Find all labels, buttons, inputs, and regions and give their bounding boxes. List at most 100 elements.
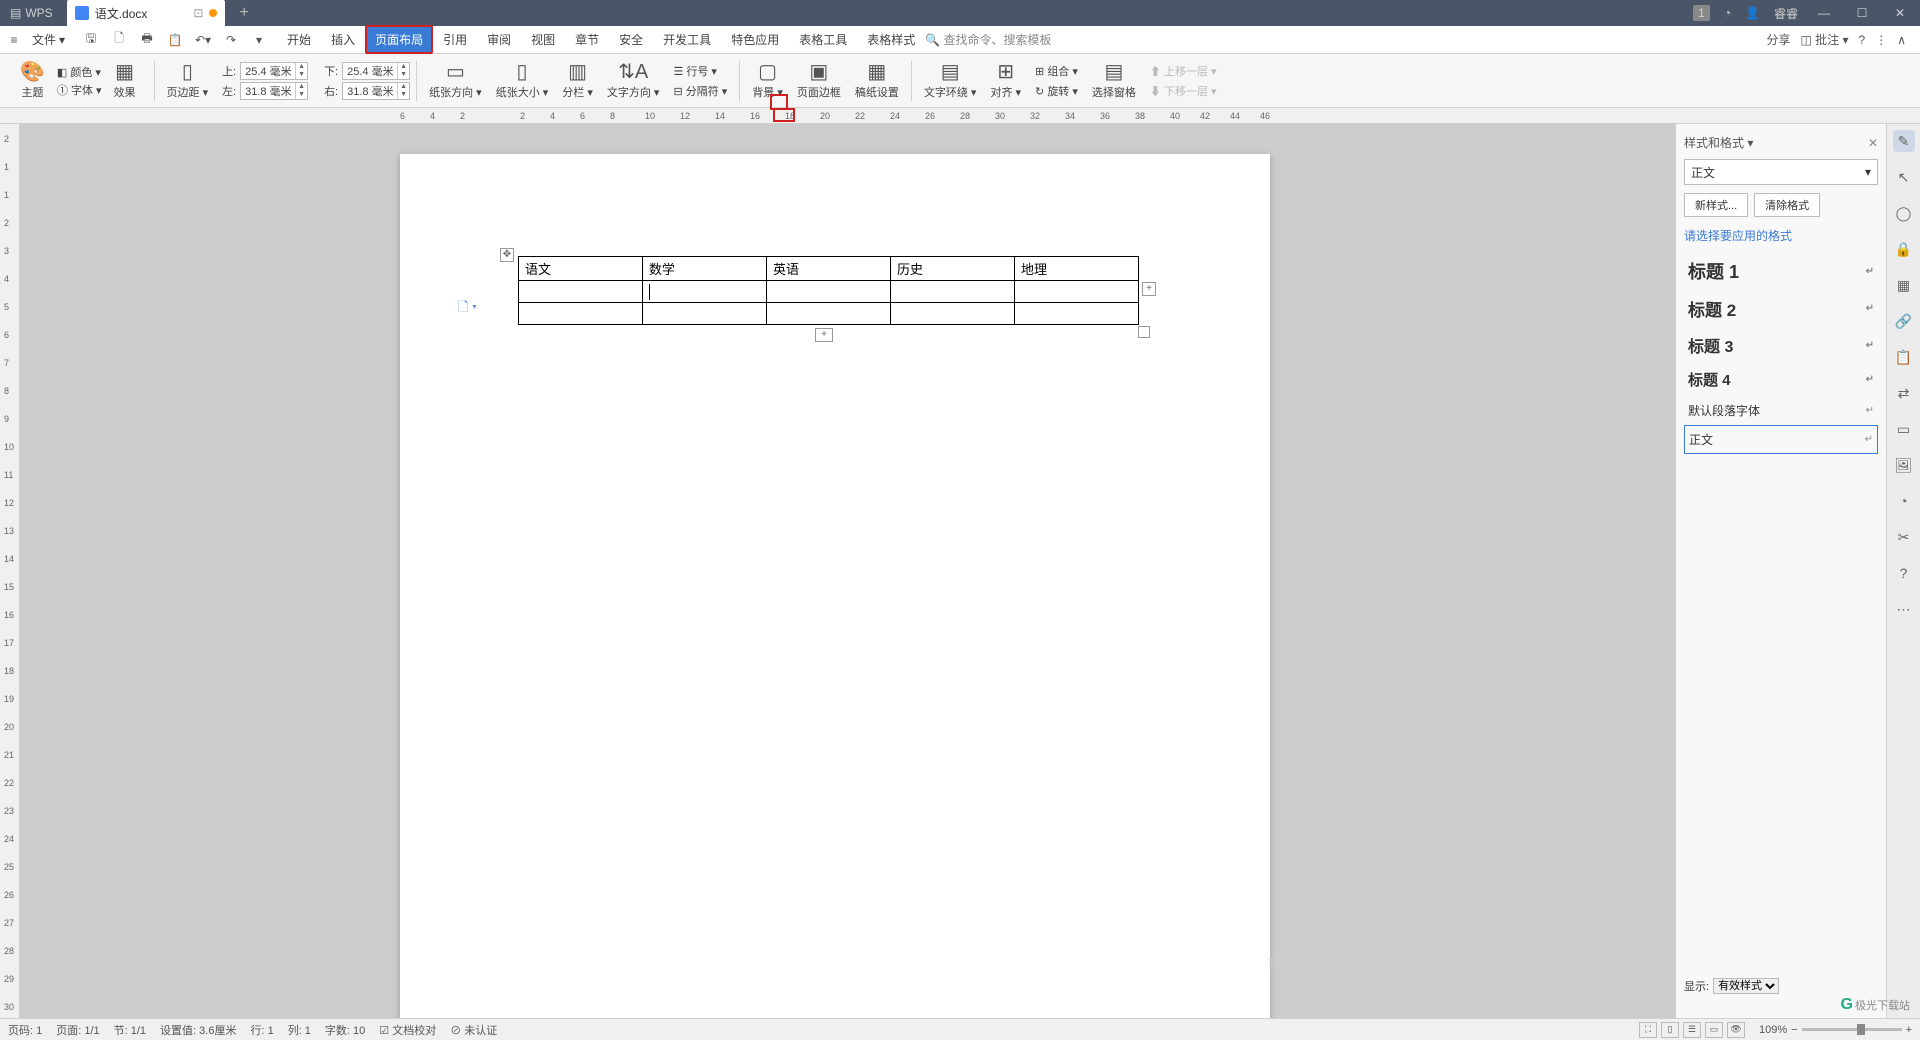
table-row[interactable] <box>519 303 1139 325</box>
margin-right-input[interactable]: 31.8 毫米▲▼ <box>342 82 410 100</box>
style-item[interactable]: 默认段落字体↵ <box>1684 396 1878 425</box>
user-avatar-icon[interactable]: 👤 <box>1745 6 1760 20</box>
margin-button[interactable]: ▯页边距 ▾ <box>161 54 215 107</box>
user-name[interactable]: 睿睿 <box>1774 5 1798 22</box>
panel-close-button[interactable]: ✕ <box>1868 136 1878 150</box>
share-button[interactable]: 分享 <box>1766 31 1790 48</box>
table-add-column-button[interactable]: + <box>1142 282 1156 296</box>
status-column[interactable]: 列: 1 <box>288 1022 311 1038</box>
table-row[interactable] <box>519 281 1139 303</box>
clock-icon[interactable]: ◔ <box>1893 490 1915 512</box>
horizontal-ruler[interactable]: 6422468101214161820222426283032343638404… <box>0 108 1920 124</box>
style-item[interactable]: 标题 3↵ <box>1684 327 1878 363</box>
margin-bottom-input[interactable]: 25.4 毫米▲▼ <box>342 62 410 80</box>
qat-dropdown-icon[interactable]: ▾ <box>249 30 269 50</box>
columns-button[interactable]: ▥分栏 ▾ <box>556 54 599 107</box>
save-icon[interactable]: 🖫 <box>81 30 101 50</box>
view-web-button[interactable]: ▭ <box>1705 1022 1723 1038</box>
maximize-button[interactable]: ☐ <box>1850 6 1874 20</box>
ribbon-tab-8[interactable]: 开发工具 <box>653 25 721 54</box>
table-move-handle[interactable]: ✥ <box>500 248 514 262</box>
margin-left-input[interactable]: 31.8 毫米▲▼ <box>240 82 308 100</box>
help-icon[interactable]: ? <box>1859 33 1866 47</box>
ribbon-tab-11[interactable]: 表格样式 <box>857 25 925 54</box>
paper-setting-button[interactable]: ▦稿纸设置 <box>849 54 905 107</box>
undo-icon[interactable]: ↶▾ <box>193 30 213 50</box>
image-icon[interactable]: 🖼 <box>1893 454 1915 476</box>
document-area[interactable]: ✥ 🗋 ▾ 语文数学英语历史地理 + + 激活 Windows 转到"设置"以激… <box>20 124 1675 1018</box>
collapse-ribbon-icon[interactable]: ∧ <box>1897 33 1906 47</box>
style-item[interactable]: 正文↵ <box>1684 425 1878 454</box>
theme-button[interactable]: 🎨主题 <box>14 54 51 107</box>
pin-icon[interactable]: ⊡ <box>193 6 203 20</box>
zoom-control[interactable]: 109% − + <box>1759 1024 1912 1036</box>
menu-icon[interactable]: ≡ <box>4 30 24 50</box>
zoom-in-button[interactable]: + <box>1906 1024 1912 1036</box>
add-tab-button[interactable]: + <box>225 4 262 22</box>
breaks-button[interactable]: ⊟ 分隔符 ▾ <box>673 83 727 99</box>
ribbon-tab-4[interactable]: 审阅 <box>477 25 521 54</box>
vertical-ruler[interactable]: 2112345678910111213141516171819202122232… <box>0 124 20 1018</box>
new-style-button[interactable]: 新样式... <box>1684 193 1748 217</box>
table-header-cell[interactable]: 数学 <box>643 257 767 281</box>
help-side-icon[interactable]: ? <box>1893 562 1915 584</box>
command-search[interactable]: 🔍 查找命令、搜索模板 <box>925 31 1051 48</box>
more-side-icon[interactable]: ⋯ <box>1893 598 1915 620</box>
table-row[interactable]: 语文数学英语历史地理 <box>519 257 1139 281</box>
show-select[interactable]: 有效样式 <box>1713 978 1779 994</box>
paste-icon[interactable]: 📋 <box>165 30 185 50</box>
tools-icon[interactable]: ✂ <box>1893 526 1915 548</box>
textwrap-button[interactable]: ▤文字环绕 ▾ <box>918 54 983 107</box>
textdir-button[interactable]: ⇅A文字方向 ▾ <box>601 54 666 107</box>
table-header-cell[interactable]: 地理 <box>1015 257 1139 281</box>
document-table[interactable]: 语文数学英语历史地理 <box>518 256 1139 325</box>
view-print-button[interactable]: ▯ <box>1661 1022 1679 1038</box>
lock-icon[interactable]: 🔒 <box>1893 238 1915 260</box>
document-tab[interactable]: 语文.docx ⊡ <box>67 0 226 26</box>
zoom-slider[interactable] <box>1802 1028 1902 1031</box>
current-style-select[interactable]: 正文▾ <box>1684 159 1878 185</box>
ribbon-tab-6[interactable]: 章节 <box>565 25 609 54</box>
minimize-button[interactable]: — <box>1812 6 1836 20</box>
select-icon[interactable]: ↖ <box>1893 166 1915 188</box>
effect-button[interactable]: ▦效果 <box>108 54 142 107</box>
view-fullscreen-button[interactable]: ⛶ <box>1639 1022 1657 1038</box>
style-item[interactable]: 标题 1↵ <box>1684 252 1878 290</box>
zoom-value[interactable]: 109% <box>1759 1024 1787 1036</box>
table-header-cell[interactable]: 历史 <box>891 257 1015 281</box>
ribbon-tab-5[interactable]: 视图 <box>521 25 565 54</box>
clipboard-icon[interactable]: 📋 <box>1893 346 1915 368</box>
file-menu[interactable]: 文件 ▾ <box>26 31 71 48</box>
clear-format-button[interactable]: 清除格式 <box>1754 193 1820 217</box>
ribbon-tab-10[interactable]: 表格工具 <box>789 25 857 54</box>
layout-icon[interactable]: ▦ <box>1893 274 1915 296</box>
print-preview-icon[interactable]: 🗋 <box>109 30 129 50</box>
redo-icon[interactable]: ↷ <box>221 30 241 50</box>
status-page[interactable]: 页面: 1/1 <box>56 1022 99 1038</box>
transfer-icon[interactable]: ⇄ <box>1893 382 1915 404</box>
margin-top-input[interactable]: 25.4 毫米▲▼ <box>240 62 308 80</box>
zoom-out-button[interactable]: − <box>1791 1024 1797 1036</box>
size-button[interactable]: ▯纸张大小 ▾ <box>490 54 555 107</box>
shape-icon[interactable]: ◯ <box>1893 202 1915 224</box>
ribbon-tab-9[interactable]: 特色应用 <box>721 25 789 54</box>
pageborder-button[interactable]: ▣页面边框 <box>791 54 847 107</box>
color-button[interactable]: ◧ 颜色 ▾ <box>57 64 102 80</box>
ribbon-tab-2[interactable]: 页面布局 <box>365 25 433 54</box>
status-words[interactable]: 字数: 10 <box>325 1022 365 1038</box>
format-brush-icon[interactable]: ✎ <box>1893 130 1915 152</box>
page-icon[interactable]: ▭ <box>1893 418 1915 440</box>
status-line[interactable]: 行: 1 <box>250 1022 273 1038</box>
rotate-button[interactable]: ↻ 旋转 ▾ <box>1035 83 1078 99</box>
style-item[interactable]: 标题 2↵ <box>1684 290 1878 327</box>
close-button[interactable]: ✕ <box>1888 6 1912 20</box>
style-item[interactable]: 标题 4↵ <box>1684 363 1878 396</box>
linenum-button[interactable]: ☰ 行号 ▾ <box>673 63 727 79</box>
skin-icon[interactable]: ◔ <box>1724 6 1731 20</box>
more-icon[interactable]: ⋮ <box>1875 33 1887 47</box>
group-button[interactable]: ⊞ 组合 ▾ <box>1035 63 1078 79</box>
status-section[interactable]: 节: 1/1 <box>114 1022 146 1038</box>
table-add-row-button[interactable]: + <box>815 328 833 342</box>
align-button[interactable]: ⊞对齐 ▾ <box>984 54 1027 107</box>
status-pagecode[interactable]: 页码: 1 <box>8 1022 42 1038</box>
